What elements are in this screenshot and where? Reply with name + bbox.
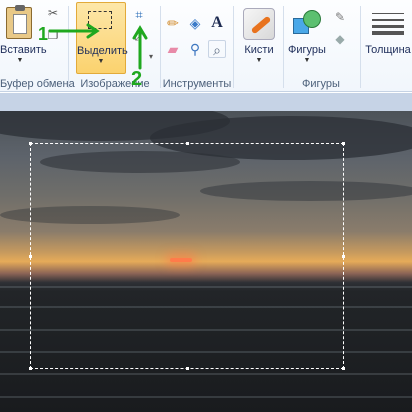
size-label: Толщина — [365, 44, 411, 56]
image-group-label: Изображение — [80, 78, 150, 90]
selection-handle[interactable] — [342, 142, 345, 145]
image-group: Выделить ▼ ⌗ ⤢ ▾ Изображение — [70, 0, 160, 92]
selection-handle[interactable] — [186, 367, 189, 370]
selection-handle[interactable] — [29, 367, 32, 370]
selection-handle[interactable] — [186, 142, 189, 145]
select-button[interactable]: Выделить ▼ — [76, 2, 128, 74]
selection-handle[interactable] — [29, 142, 32, 145]
paste-dropdown-icon[interactable]: ▼ — [0, 57, 40, 64]
selection-rectangle[interactable] — [29, 142, 345, 370]
clipboard-group: Вставить ▼ ✂ ❐ Буфер обмена — [0, 0, 75, 92]
brushes-label: Кисти — [244, 44, 274, 56]
brushes-button[interactable]: Кисти ▼ — [236, 2, 282, 74]
selection-handle[interactable] — [342, 255, 345, 258]
brushes-dropdown-icon[interactable]: ▼ — [236, 57, 282, 64]
size-button[interactable]: Толщина — [364, 2, 412, 74]
line-thickness-icon — [372, 10, 404, 36]
clipboard-group-label: Буфер обмена — [0, 78, 75, 90]
fill-shape-icon[interactable]: ◆ — [331, 30, 349, 48]
selection-handle[interactable] — [29, 255, 32, 258]
pencil-icon[interactable]: ✏ — [164, 14, 182, 32]
crop-icon[interactable]: ⌗ — [130, 6, 148, 24]
tools-group: ✏ ◈ A ▰ ⚲ ⌕ Инструменты — [162, 0, 232, 92]
shapes-group-label: Фигуры — [302, 78, 340, 90]
resize-icon[interactable]: ⤢ — [130, 28, 148, 46]
shapes-button[interactable]: Фигуры ▼ — [285, 2, 329, 74]
paste-label: Вставить — [0, 44, 47, 56]
cut-icon[interactable]: ✂ — [44, 4, 62, 22]
select-label: Выделить — [77, 45, 128, 57]
selection-handle[interactable] — [342, 367, 345, 370]
outline-icon[interactable]: ✎ — [331, 8, 349, 26]
brushes-icon — [243, 8, 275, 40]
annotation-number-2: 2 — [131, 68, 143, 90]
paste-button[interactable]: Вставить ▼ — [0, 2, 47, 74]
annotation-number-1: 1 — [38, 24, 49, 44]
rotate-icon[interactable]: ▾ — [142, 48, 160, 66]
select-icon — [88, 11, 112, 29]
tools-group-label: Инструменты — [162, 78, 232, 90]
select-dropdown-icon[interactable]: ▼ — [77, 58, 125, 65]
ribbon: Вставить ▼ ✂ ❐ Буфер обмена Выделить ▼ ⌗… — [0, 0, 412, 92]
shapes-icon — [293, 8, 321, 38]
magnifier-icon[interactable]: ⌕ — [208, 40, 226, 58]
fill-icon[interactable]: ◈ — [186, 14, 204, 32]
shapes-dropdown-icon[interactable]: ▼ — [285, 57, 329, 64]
paste-icon — [6, 5, 32, 39]
shapes-group: Фигуры ▼ ✎ ◆ Фигуры — [285, 0, 357, 92]
eraser-icon[interactable]: ▰ — [164, 40, 182, 58]
color-picker-icon[interactable]: ⚲ — [186, 40, 204, 58]
text-icon[interactable]: A — [208, 14, 226, 32]
shapes-label: Фигуры — [288, 44, 326, 56]
